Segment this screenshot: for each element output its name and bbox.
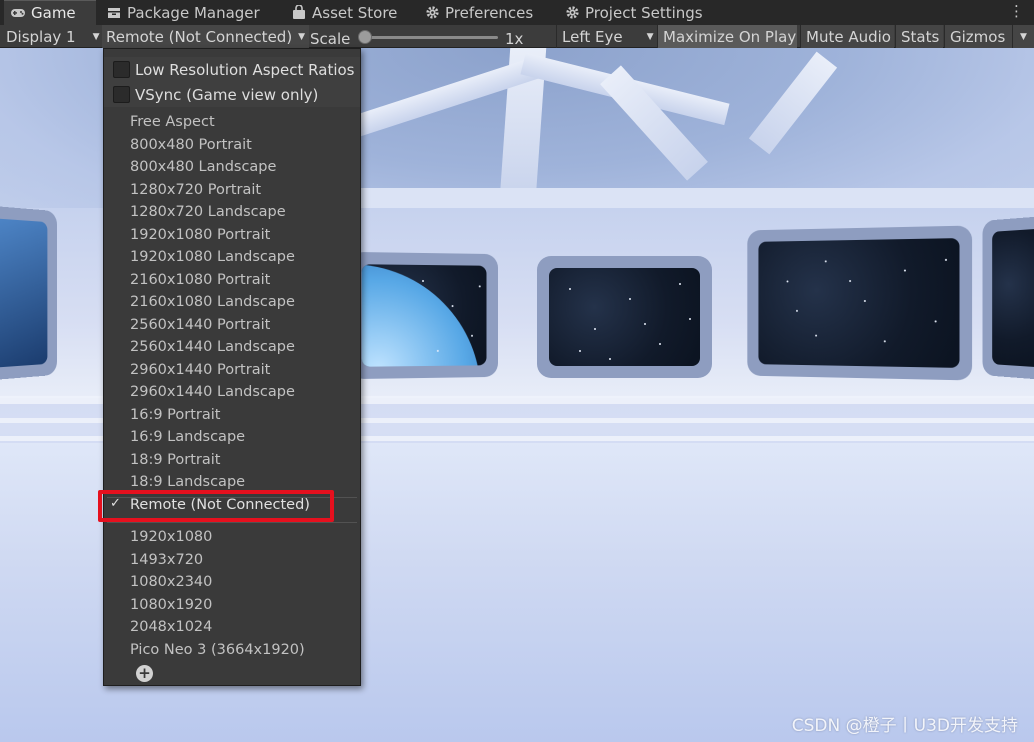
window bbox=[747, 225, 973, 381]
tab-label: Preferences bbox=[445, 3, 534, 22]
chevron-down-icon: ▼ bbox=[646, 31, 654, 42]
custom-aspect-item[interactable]: 2048x1024 bbox=[130, 616, 212, 638]
gear-icon bbox=[424, 5, 440, 21]
custom-aspect-item[interactable]: 1080x1920 bbox=[130, 594, 212, 616]
tab-package-manager[interactable]: Package Manager bbox=[106, 0, 260, 25]
eye-dropdown[interactable]: Left Eye ▼ bbox=[556, 25, 654, 48]
window bbox=[982, 214, 1034, 382]
watermark: CSDN @橙子丨U3D开发支持 bbox=[791, 716, 1018, 736]
display-label: Display 1 bbox=[6, 27, 76, 46]
aspect-item[interactable]: 16:9 Portrait bbox=[130, 404, 220, 426]
aspect-item[interactable]: 800x480 Portrait bbox=[130, 134, 252, 156]
eye-label: Left Eye bbox=[562, 27, 623, 46]
tab-game[interactable]: Game bbox=[4, 0, 96, 25]
chevron-down-icon: ▼ bbox=[92, 31, 100, 42]
gizmos-toggle[interactable]: Gizmos bbox=[944, 25, 1012, 48]
chevron-down-icon: ▼ bbox=[298, 31, 306, 42]
tab-label: Package Manager bbox=[127, 3, 260, 22]
checkbox-label: VSync (Game view only) bbox=[135, 85, 319, 104]
aspect-item[interactable]: 2960x1440 Portrait bbox=[130, 359, 270, 381]
add-aspect-button[interactable]: + bbox=[136, 665, 153, 682]
scale-slider-track[interactable] bbox=[365, 36, 498, 39]
tab-label: Project Settings bbox=[585, 3, 703, 22]
aspect-item[interactable]: 2160x1080 Portrait bbox=[130, 269, 270, 291]
custom-aspect-item[interactable]: 1920x1080 bbox=[130, 526, 212, 548]
aspect-item[interactable]: 1920x1080 Landscape bbox=[130, 246, 295, 268]
bag-icon bbox=[291, 5, 307, 21]
maximize-on-play-toggle[interactable]: Maximize On Play bbox=[657, 25, 797, 48]
aspect-dropdown[interactable]: Remote (Not Connected) ▼ bbox=[102, 25, 310, 48]
checkbox[interactable] bbox=[113, 86, 130, 103]
aspect-item[interactable]: 2560x1440 Portrait bbox=[130, 314, 270, 336]
display-dropdown[interactable]: Display 1 ▼ bbox=[6, 25, 100, 48]
scale-slider-handle[interactable] bbox=[358, 30, 372, 44]
chevron-down-icon: ▼ bbox=[1020, 31, 1027, 42]
tab-label: Asset Store bbox=[312, 3, 398, 22]
aspect-item[interactable]: 1280x720 Landscape bbox=[130, 201, 286, 223]
custom-aspect-item[interactable]: Pico Neo 3 (3664x1920) bbox=[130, 639, 305, 661]
aspect-item[interactable]: 1920x1080 Portrait bbox=[130, 224, 270, 246]
vsync-toggle[interactable]: VSync (Game view only) bbox=[104, 82, 360, 107]
tab-project-settings[interactable]: Project Settings bbox=[564, 0, 703, 25]
aspect-menu: Low Resolution Aspect Ratios VSync (Game… bbox=[103, 48, 361, 686]
aspect-item[interactable]: 2960x1440 Landscape bbox=[130, 381, 295, 403]
gizmos-menu-button[interactable]: ▼ bbox=[1012, 25, 1034, 48]
highlight-box bbox=[98, 490, 334, 522]
checkbox[interactable] bbox=[113, 61, 130, 78]
aspect-item[interactable]: 2160x1080 Landscape bbox=[130, 291, 295, 313]
window bbox=[0, 204, 58, 382]
aspect-item[interactable]: Free Aspect bbox=[130, 111, 215, 133]
aspect-item[interactable]: 1280x720 Portrait bbox=[130, 179, 261, 201]
window bbox=[349, 251, 499, 380]
gamepad-icon bbox=[10, 5, 26, 21]
checkbox-label: Low Resolution Aspect Ratios bbox=[135, 60, 355, 79]
low-resolution-aspect-toggle[interactable]: Low Resolution Aspect Ratios bbox=[104, 57, 360, 82]
tab-label: Game bbox=[31, 4, 76, 22]
window bbox=[537, 256, 712, 378]
stats-toggle[interactable]: Stats bbox=[895, 25, 943, 48]
scale-label: Scale bbox=[310, 29, 351, 48]
tab-asset-store[interactable]: Asset Store bbox=[291, 0, 397, 25]
aspect-item[interactable]: 16:9 Landscape bbox=[130, 426, 245, 448]
custom-aspect-item[interactable]: 1493x720 bbox=[130, 549, 203, 571]
separator bbox=[107, 522, 357, 523]
kebab-menu-icon[interactable]: ⋮ bbox=[1009, 2, 1024, 20]
custom-aspect-item[interactable]: 1080x2340 bbox=[130, 571, 212, 593]
mute-audio-toggle[interactable]: Mute Audio bbox=[800, 25, 894, 48]
tab-preferences[interactable]: Preferences bbox=[424, 0, 533, 25]
aspect-item[interactable]: 800x480 Landscape bbox=[130, 156, 276, 178]
aspect-label: Remote (Not Connected) bbox=[106, 27, 293, 46]
scale-value: 1x bbox=[505, 29, 524, 48]
aspect-item[interactable]: 18:9 Portrait bbox=[130, 449, 220, 471]
package-icon bbox=[106, 5, 122, 21]
gear-icon bbox=[564, 5, 580, 21]
tab-bar: Game Package Manager Asset Store Prefere… bbox=[0, 0, 1034, 25]
aspect-item[interactable]: 2560x1440 Landscape bbox=[130, 336, 295, 358]
